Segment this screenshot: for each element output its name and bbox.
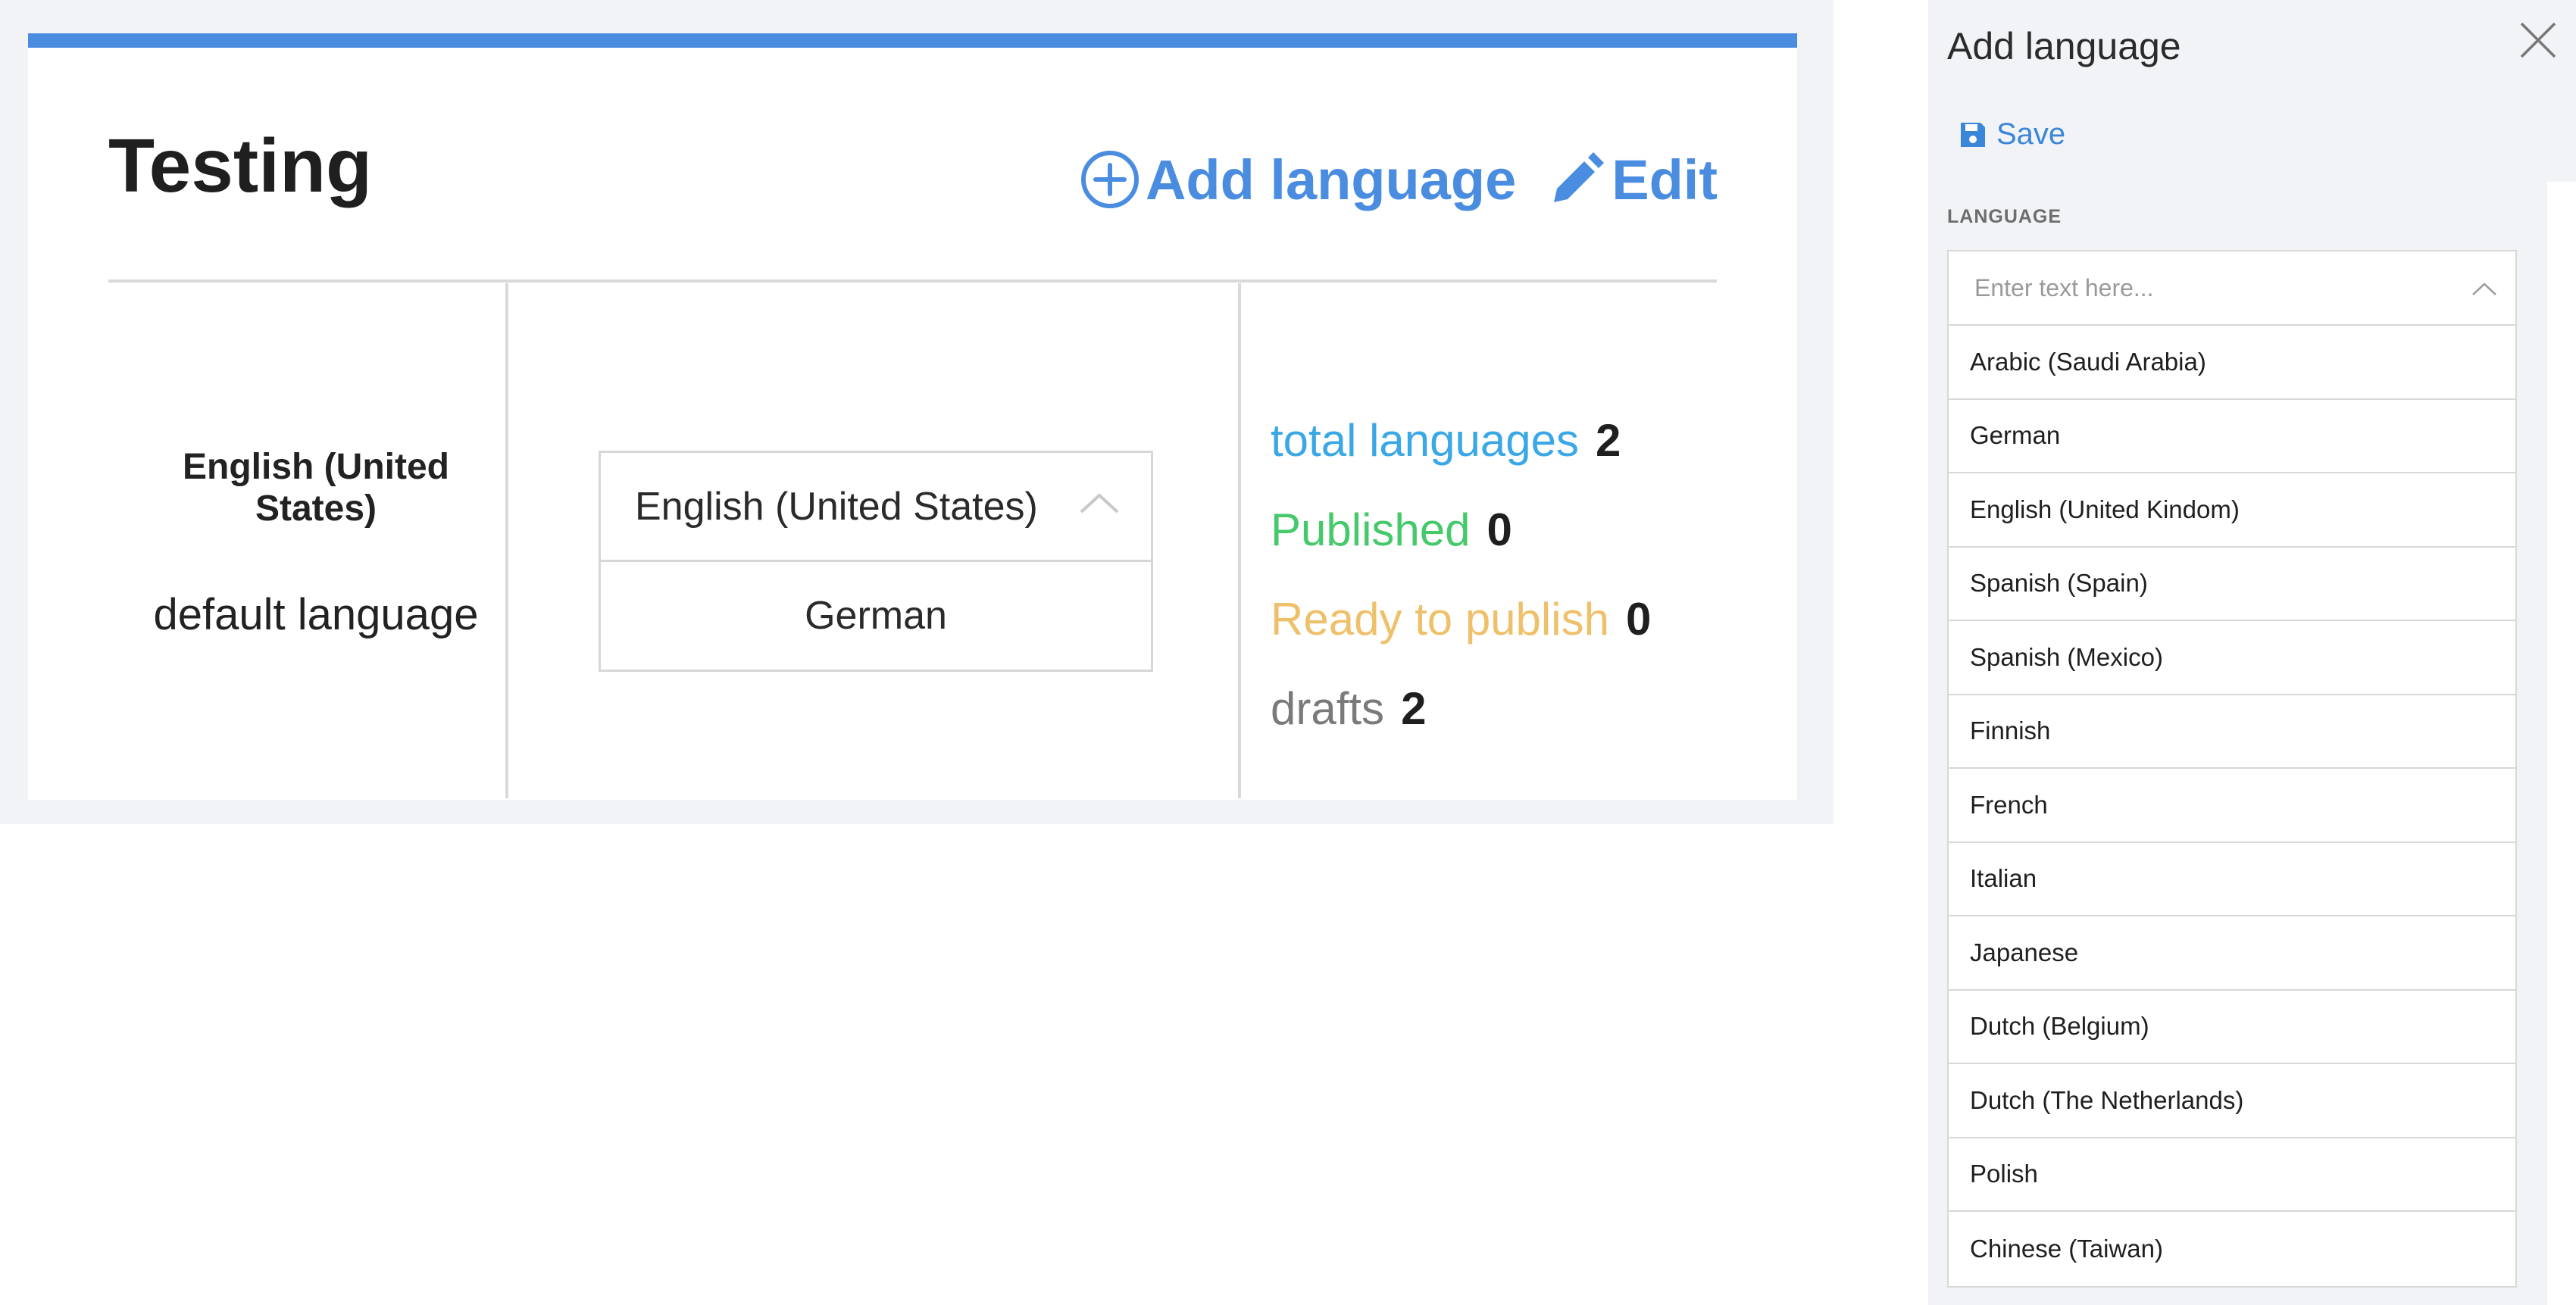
language-select-current[interactable]: English (United States) [601, 453, 1151, 562]
language-option[interactable]: German [1949, 400, 2515, 473]
default-language-label: default language [153, 590, 479, 639]
card-title: Testing [108, 123, 373, 208]
language-option[interactable]: Japanese [1949, 916, 2515, 991]
stat-label: Published [1271, 504, 1471, 555]
stat-ready-to-publish: Ready to publish 0 [1271, 574, 1651, 663]
language-option[interactable]: Chinese (Taiwan) [1949, 1212, 2515, 1286]
language-card: Testing Add language Edit English (Unite… [28, 33, 1797, 800]
stat-value: 2 [1596, 414, 1621, 466]
column-divider [1238, 283, 1241, 798]
add-language-button[interactable]: Add language [1079, 148, 1516, 212]
stat-value: 2 [1401, 682, 1427, 734]
close-icon[interactable] [2518, 20, 2558, 60]
stat-label: total languages [1271, 414, 1579, 466]
language-stats: total languages 2 Published 0 Ready to p… [1271, 395, 1651, 753]
language-option[interactable]: Dutch (Belgium) [1949, 991, 2515, 1064]
column-divider [505, 283, 508, 798]
language-select[interactable]: English (United States) German [599, 451, 1153, 672]
language-option[interactable]: Spanish (Spain) [1949, 548, 2515, 621]
save-label: Save [1996, 117, 2066, 151]
card-actions: Add language Edit [1079, 138, 1718, 221]
card-accent-bar [28, 33, 1797, 48]
edit-button[interactable]: Edit [1546, 148, 1718, 212]
language-select-value: English (United States) [635, 484, 1038, 529]
language-option[interactable]: French [1949, 769, 2515, 843]
card-divider [108, 279, 1717, 283]
add-language-label: Add language [1145, 148, 1517, 211]
language-dropdown[interactable]: Enter text here... Arabic (Saudi Arabia)… [1947, 250, 2517, 1288]
stat-published: Published 0 [1271, 485, 1651, 574]
floppy-disk-icon [1961, 122, 1985, 147]
stat-value: 0 [1625, 593, 1652, 645]
stat-label: drafts [1271, 682, 1385, 734]
language-field-label: LANGUAGE [1947, 206, 2062, 227]
language-option[interactable]: English (United Kindom) [1949, 473, 2515, 548]
panel-title: Add language [1947, 25, 2181, 67]
stat-value: 0 [1487, 504, 1512, 555]
default-language-name: English (United States) [183, 447, 449, 529]
language-option[interactable]: Polish [1949, 1138, 2515, 1212]
language-option[interactable]: Italian [1949, 843, 2515, 916]
save-button[interactable]: Save [1959, 117, 2065, 151]
stat-label: Ready to publish [1271, 593, 1609, 645]
edit-label: Edit [1612, 148, 1718, 211]
language-search-input[interactable]: Enter text here... [1949, 251, 2515, 326]
language-option[interactable]: Finnish [1949, 695, 2515, 769]
search-placeholder: Enter text here... [1974, 273, 2154, 301]
pencil-icon [1554, 152, 1605, 202]
stat-total-languages: total languages 2 [1271, 395, 1651, 485]
stat-drafts: drafts 2 [1271, 663, 1651, 753]
language-option[interactable]: Dutch (The Netherlands) [1949, 1064, 2515, 1138]
chevron-up-icon[interactable] [2471, 282, 2497, 297]
language-select-option[interactable]: German [601, 562, 1151, 670]
language-option[interactable]: Spanish (Mexico) [1949, 621, 2515, 695]
language-option[interactable]: Arabic (Saudi Arabia) [1949, 326, 2515, 400]
chevron-up-icon [1080, 493, 1119, 514]
plus-circle-icon [1080, 151, 1139, 208]
